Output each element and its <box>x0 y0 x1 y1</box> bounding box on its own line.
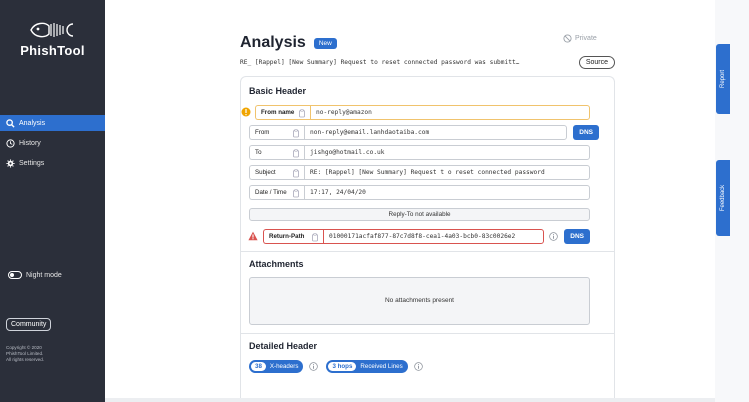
reply-to-status: Reply-To not available <box>249 208 590 221</box>
gear-icon <box>5 158 15 168</box>
field-label: Return-Path <box>263 229 323 244</box>
field-label-text: Return-Path <box>269 233 305 240</box>
night-mode-label: Night mode <box>26 271 62 279</box>
copy-icon[interactable] <box>292 189 300 198</box>
sidebar-item-settings[interactable]: Settings <box>0 155 105 171</box>
new-badge: New <box>313 37 337 49</box>
copy-icon[interactable] <box>311 233 319 242</box>
subject-preview: RE_ [Rappel] [New Summary] Request to re… <box>240 59 520 66</box>
sidebar-item-label: Analysis <box>19 119 46 127</box>
date-time-row: Date / Time 17:17, 24/04/20 <box>249 185 590 200</box>
feedback-tab[interactable]: Feedback <box>716 160 730 236</box>
copy-icon[interactable] <box>298 109 306 118</box>
copy-icon[interactable] <box>292 169 300 178</box>
sidebar-item-history[interactable]: History <box>0 135 105 151</box>
field-label: From name <box>255 105 310 120</box>
analysis-card: Basic Header From name no-reply@amazon F… <box>240 76 615 402</box>
toggle-switch[interactable] <box>8 271 22 279</box>
report-tab-label: Report <box>720 69 727 89</box>
night-mode-toggle[interactable]: Night mode <box>8 271 62 279</box>
field-label: Subject <box>249 165 304 180</box>
section-divider <box>241 333 614 334</box>
phishtool-logo-icon <box>29 22 73 38</box>
private-indicator[interactable]: Private <box>563 34 597 43</box>
field-label-text: To <box>255 149 262 156</box>
from-dns-button[interactable]: DNS <box>573 125 599 140</box>
field-label: Date / Time <box>249 185 304 200</box>
received-lines-label: Received Lines <box>360 363 403 370</box>
date-time-value[interactable]: 17:17, 24/04/20 <box>304 185 590 200</box>
search-icon <box>5 118 15 128</box>
return-path-value[interactable]: 01000171acfaf877-87c7d8f8-cea1-4a03-bcb0… <box>323 229 545 244</box>
detailed-header-title: Detailed Header <box>249 341 318 351</box>
sidebar-item-label: Settings <box>19 159 45 167</box>
sidebar-nav: Analysis History Settings <box>0 115 105 175</box>
alert-triangle-icon <box>248 231 258 241</box>
source-button[interactable]: Source <box>578 56 615 69</box>
history-icon <box>5 138 15 148</box>
subject-preview-row: RE_ [Rappel] [New Summary] Request to re… <box>240 56 615 69</box>
from-value[interactable]: non-reply@email.lanhdaotaiba.com <box>304 125 568 140</box>
app-logo[interactable]: PhishTool <box>0 20 105 58</box>
x-headers-count: 38 <box>251 362 266 371</box>
basic-header-title: Basic Header <box>249 86 307 96</box>
return-path-row: Return-Path 01000171acfaf877-87c7d8f8-ce… <box>248 229 590 244</box>
sidebar-item-analysis[interactable]: Analysis <box>0 115 105 131</box>
field-label-text: Date / Time <box>255 189 287 196</box>
x-headers-label: X-headers <box>269 363 299 370</box>
subject-value[interactable]: RE: [Rappel] [New Summary] Request t o r… <box>304 165 590 180</box>
detailed-header-pills: 38 X-headers 3 hops Received Lines <box>249 360 431 373</box>
from-row: From non-reply@email.lanhdaotaiba.com DN… <box>249 125 599 140</box>
report-tab[interactable]: Report <box>716 44 730 114</box>
private-label: Private <box>575 35 597 42</box>
page-header: Analysis New <box>240 34 337 52</box>
copyright: Copyright © 2020 PhishTool Limited. All … <box>6 345 44 364</box>
subject-row: Subject RE: [Rappel] [New Summary] Reque… <box>249 165 590 180</box>
x-headers-pill[interactable]: 38 X-headers <box>249 360 304 373</box>
attachments-title: Attachments <box>249 259 304 269</box>
return-path-dns-button[interactable]: DNS <box>564 229 590 244</box>
field-label-text: Subject <box>255 169 276 176</box>
app-name: PhishTool <box>20 43 85 58</box>
sidebar: PhishTool Analysis History Settings Nigh… <box>0 0 105 402</box>
from-name-row: From name no-reply@amazon <box>241 105 590 120</box>
info-icon[interactable] <box>309 362 319 371</box>
info-icon[interactable] <box>413 362 423 371</box>
horizontal-scrollbar[interactable] <box>105 398 715 402</box>
attachments-empty: No attachments present <box>249 277 590 325</box>
received-lines-pill[interactable]: 3 hops Received Lines <box>326 360 408 373</box>
private-icon <box>563 34 572 43</box>
received-hops-count: 3 hops <box>328 362 357 371</box>
warning-icon <box>241 107 251 117</box>
info-icon[interactable] <box>549 232 558 241</box>
field-label: To <box>249 145 304 160</box>
page-title: Analysis <box>240 34 306 51</box>
field-label-text: From <box>255 129 270 136</box>
copy-icon[interactable] <box>292 149 300 158</box>
field-label-text: From name <box>261 109 295 116</box>
feedback-tab-label: Feedback <box>720 184 727 212</box>
copy-icon[interactable] <box>292 129 300 138</box>
from-name-value[interactable]: no-reply@amazon <box>310 105 590 120</box>
to-value[interactable]: jishgo@hotmail.co.uk <box>304 145 590 160</box>
copyright-line: All rights reserved. <box>6 357 45 363</box>
to-row: To jishgo@hotmail.co.uk <box>249 145 590 160</box>
section-divider <box>241 251 614 252</box>
sidebar-item-label: History <box>19 139 41 147</box>
community-button[interactable]: Community <box>6 318 52 331</box>
field-label: From <box>249 125 304 140</box>
